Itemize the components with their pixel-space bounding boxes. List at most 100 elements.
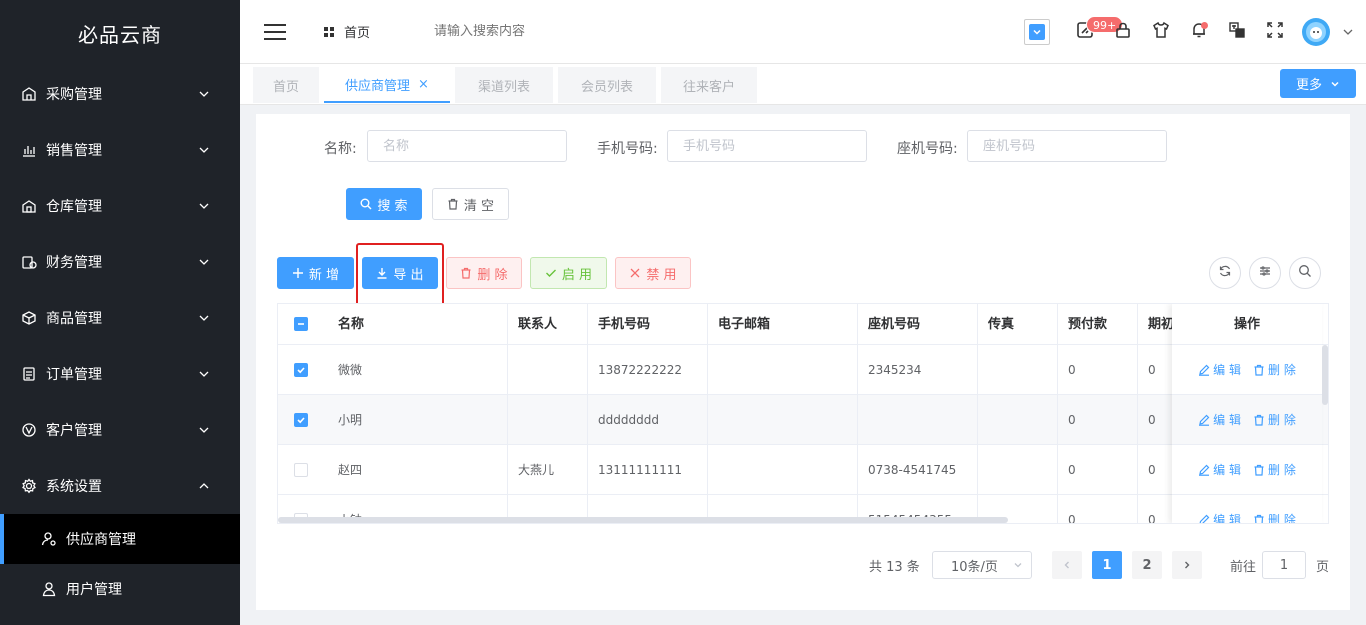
supplier-table: 名称 联系人 手机号码 电子邮箱 座机号码 传真 预付款 期初 微微 13872… [277,303,1329,524]
dropdown-toggle[interactable] [1024,19,1050,45]
search-input[interactable] [434,24,635,39]
row-delete-button[interactable]: 删 除 [1253,411,1296,428]
landline-input[interactable] [967,130,1167,162]
column-header-phone[interactable]: 手机号码 [588,304,708,345]
add-button[interactable]: 新 增 [277,257,354,289]
search-icon [360,198,372,210]
search-button-label: 搜 索 [377,198,408,214]
clear-button[interactable]: 清 空 [432,188,509,220]
header-toolbar: 99+ [1024,0,1366,64]
warehouse-icon [20,197,38,215]
goto-page-input[interactable] [1262,551,1306,579]
row-delete-button[interactable]: 删 除 [1253,361,1296,378]
sidebar-item-goods[interactable]: 商品管理 [0,290,240,346]
next-page-button[interactable] [1172,551,1202,579]
search-icon [1298,264,1312,282]
delete-label: 删 除 [1268,513,1296,524]
sidebar-item-system-settings[interactable]: 系统设置 [0,458,240,514]
delete-label: 删 除 [1268,463,1296,477]
page-size-value: 10条/页 [951,559,998,575]
close-icon[interactable]: × [418,77,429,92]
sidebar-subitem-users[interactable]: 用户管理 [0,564,240,614]
column-header-name[interactable]: 名称 [328,304,508,345]
cell-email [708,345,858,395]
row-checkbox[interactable] [294,413,308,427]
edit-label: 编 辑 [1213,513,1241,524]
column-header-email[interactable]: 电子邮箱 [708,304,858,345]
cell-name: 赵四 [328,445,508,495]
sidebar-item-warehouse[interactable]: 仓库管理 [0,178,240,234]
sidebar-item-sales[interactable]: 销售管理 [0,122,240,178]
cell-prepaid: 0 [1058,395,1138,445]
cell-prepaid: 0 [1058,445,1138,495]
hamburger-menu-icon[interactable] [264,23,286,40]
page-1-button[interactable]: 1 [1092,551,1122,579]
search-button[interactable]: 搜 索 [346,188,422,220]
edit-button[interactable]: 编 辑 [1198,461,1241,478]
prev-page-button[interactable] [1052,551,1082,579]
edit-label: 编 辑 [1213,413,1241,427]
more-button[interactable]: 更多 [1280,69,1356,98]
row-delete-button[interactable]: 删 除 [1253,461,1296,478]
tabs-bar: 首页 供应商管理 × 渠道列表 会员列表 往来客户 更多 [240,64,1366,105]
avatar-chevron-down-icon[interactable] [1330,26,1366,38]
disable-button[interactable]: 禁 用 [615,257,691,289]
row-delete-button[interactable]: 删 除 [1253,511,1296,524]
edit-button[interactable]: 编 辑 [1198,511,1241,524]
sidebar-item-orders[interactable]: 订单管理 [0,346,240,402]
avatar[interactable] [1302,18,1330,46]
tab-home[interactable]: 首页 [253,67,319,103]
top-header: 首页 99+ [240,0,1366,64]
notifications-button[interactable] [1180,12,1218,52]
sidebar-item-finance[interactable]: 财务管理 [0,234,240,290]
sidebar-subitem-supplier[interactable]: 供应商管理 [0,514,240,564]
edit-button[interactable]: 编 辑 [1198,411,1241,428]
refresh-button[interactable] [1209,257,1241,289]
tab-label: 往来客户 [682,79,735,95]
delete-button[interactable]: 删 除 [446,257,522,289]
edit-button[interactable]: 编 辑 [1198,361,1241,378]
phone-input[interactable] [667,130,867,162]
cell-landline [858,395,978,445]
trash-icon [1254,464,1264,476]
trash-icon [1254,414,1264,426]
fullscreen-button[interactable] [1256,12,1294,52]
horizontal-scrollbar[interactable] [278,517,1008,523]
translate-icon [1228,21,1246,43]
column-header-fax[interactable]: 传真 [978,304,1058,345]
column-filter-button[interactable] [1249,257,1281,289]
row-actions: 编 辑 删 除 [1172,495,1322,524]
tab-member-list[interactable]: 会员列表 [558,67,656,103]
lock-button[interactable] [1104,12,1142,52]
name-input[interactable] [367,130,567,162]
theme-button[interactable] [1142,12,1180,52]
chevron-right-icon [1185,561,1190,569]
column-header-landline[interactable]: 座机号码 [858,304,978,345]
page-size-select[interactable]: 10条/页 [932,551,1032,579]
sidebar-item-label: 销售管理 [46,143,102,159]
page-2-button[interactable]: 2 [1132,551,1162,579]
select-all-checkbox[interactable] [294,317,308,331]
fullscreen-icon [1266,21,1284,43]
column-header-prepaid[interactable]: 预付款 [1058,304,1138,345]
tshirt-icon [1152,21,1170,43]
sidebar-item-purchase[interactable]: 采购管理 [0,66,240,122]
row-checkbox[interactable] [294,363,308,377]
enable-button[interactable]: 启 用 [530,257,607,289]
tools-button[interactable]: 99+ [1066,12,1124,52]
row-checkbox[interactable] [294,463,308,477]
table-search-button[interactable] [1289,257,1321,289]
sidebar-item-customers[interactable]: 客户管理 [0,402,240,458]
breadcrumb[interactable]: 首页 [324,22,370,41]
tab-supplier-management[interactable]: 供应商管理 × [324,67,450,103]
translate-button[interactable] [1218,12,1256,52]
cell-phone: dddddddd [588,395,708,445]
pagination-total: 共 13 条 [869,560,920,575]
tab-channel-list[interactable]: 渠道列表 [455,67,553,103]
chevron-down-icon [199,91,209,97]
vertical-scrollbar[interactable] [1322,345,1328,405]
tab-contacts[interactable]: 往来客户 [661,67,757,103]
edit-label: 编 辑 [1213,363,1241,377]
column-header-contact[interactable]: 联系人 [508,304,588,345]
chevron-down-icon [199,259,209,265]
